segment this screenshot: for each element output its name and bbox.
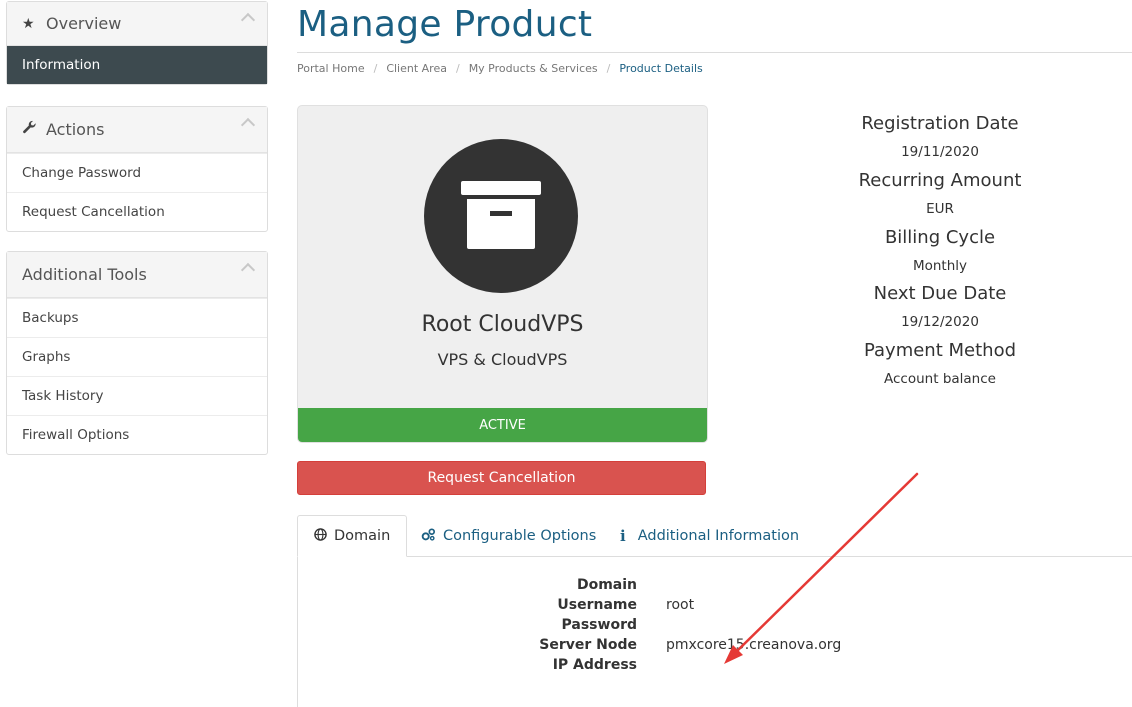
server-node-label: Server Node: [539, 637, 637, 653]
overview-panel-header[interactable]: ★ Overview: [7, 2, 267, 46]
actions-panel: Actions Change Password Request Cancella…: [6, 106, 268, 232]
chevron-up-icon[interactable]: [240, 12, 256, 28]
billing-cycle-label: Billing Cycle: [884, 227, 996, 248]
cogs-icon: [421, 527, 436, 545]
sidebar-item-change-password[interactable]: Change Password: [7, 153, 267, 192]
breadcrumb-my-products[interactable]: My Products & Services: [469, 62, 598, 75]
password-label: Password: [561, 617, 637, 633]
additional-tools-panel: Additional Tools Backups Graphs Task His…: [6, 251, 268, 455]
breadcrumb-separator: /: [455, 62, 460, 75]
info-icon: i: [620, 527, 626, 545]
sidebar-item-firewall-options[interactable]: Firewall Options: [7, 415, 267, 454]
sidebar-item-request-cancellation[interactable]: Request Cancellation: [7, 192, 267, 231]
breadcrumb-current: Product Details: [619, 62, 703, 75]
title-divider: [297, 52, 1132, 53]
additional-tools-panel-header[interactable]: Additional Tools: [7, 252, 267, 298]
sidebar-item-task-history[interactable]: Task History: [7, 376, 267, 415]
status-badge: ACTIVE: [298, 408, 707, 442]
product-group: VPS & CloudVPS: [437, 350, 568, 369]
actions-panel-header[interactable]: Actions: [7, 107, 267, 153]
star-icon: ★: [22, 15, 35, 32]
sidebar-item-graphs[interactable]: Graphs: [7, 337, 267, 376]
username-label: Username: [557, 597, 637, 613]
next-due-date-value: 19/12/2020: [901, 314, 979, 330]
page-title: Manage Product: [297, 4, 593, 45]
tab-configurable-options-label: Configurable Options: [443, 528, 597, 544]
overview-title: Overview: [46, 14, 122, 33]
box-lid: [461, 181, 541, 195]
domain-label: Domain: [576, 577, 637, 593]
wrench-icon: [22, 120, 38, 139]
box-body: [467, 199, 535, 249]
next-due-date-label: Next Due Date: [873, 283, 1007, 304]
additional-tools-title: Additional Tools: [22, 265, 147, 284]
payment-method-label: Payment Method: [863, 340, 1017, 361]
breadcrumb-portal-home[interactable]: Portal Home: [297, 62, 365, 75]
domain-row: Domain: [298, 577, 1132, 597]
registration-date-label: Registration Date: [861, 113, 1019, 134]
product-details: Registration Date 19/11/2020 Recurring A…: [760, 113, 1120, 398]
password-row: Password: [298, 617, 1132, 637]
tab-additional-information-label: Additional Information: [637, 528, 800, 544]
product-name: Root CloudVPS: [421, 312, 584, 337]
chevron-up-icon[interactable]: [240, 117, 256, 133]
username-row: Username root: [298, 597, 1132, 617]
recurring-amount-label: Recurring Amount: [858, 170, 1022, 191]
overview-panel: ★ Overview Information: [6, 1, 268, 85]
domain-tab-pane: Domain Username root Password Server Nod…: [297, 557, 1132, 707]
registration-date-value: 19/11/2020: [901, 144, 979, 160]
ip-address-label: IP Address: [552, 657, 637, 673]
request-cancellation-button[interactable]: Request Cancellation: [297, 461, 706, 495]
product-card: Root CloudVPS VPS & CloudVPS ACTIVE: [297, 105, 708, 443]
breadcrumb-separator: /: [606, 62, 611, 75]
ip-address-row: IP Address: [298, 657, 1132, 677]
breadcrumb: Portal Home / Client Area / My Products & Se…: [297, 62, 703, 75]
sidebar-item-backups[interactable]: Backups: [7, 298, 267, 337]
recurring-amount-value: EUR: [926, 201, 954, 217]
breadcrumb-client-area[interactable]: Client Area: [386, 62, 447, 75]
server-node-row: Server Node pmxcore15.creanova.org: [298, 637, 1132, 657]
chevron-up-icon[interactable]: [240, 262, 256, 278]
tab-domain[interactable]: Domain: [297, 515, 408, 557]
sidebar-item-information[interactable]: Information: [7, 46, 267, 84]
archive-box-icon: [424, 139, 578, 293]
username-value: root: [666, 597, 695, 613]
payment-method-value: Account balance: [884, 371, 996, 387]
tab-additional-information[interactable]: i Additional Information: [620, 515, 799, 557]
billing-cycle-value: Monthly: [912, 258, 968, 274]
tab-domain-label: Domain: [334, 528, 391, 544]
globe-icon: [314, 527, 327, 545]
tab-configurable-options[interactable]: Configurable Options: [421, 515, 596, 557]
breadcrumb-separator: /: [373, 62, 378, 75]
actions-title: Actions: [46, 120, 105, 139]
box-slot: [490, 211, 512, 216]
server-node-value: pmxcore15.creanova.org: [666, 637, 842, 653]
